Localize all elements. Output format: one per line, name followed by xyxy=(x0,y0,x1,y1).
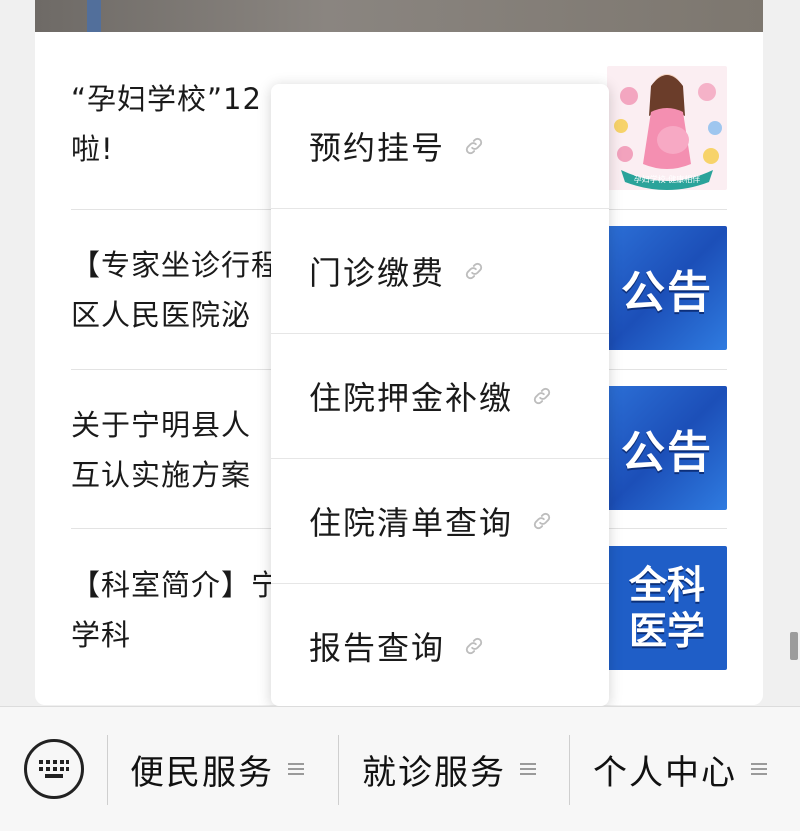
hamburger-icon xyxy=(520,760,536,778)
thumb-label: 全科 医学 xyxy=(628,563,705,653)
menu-divider xyxy=(338,735,339,805)
notice-label: 公告 xyxy=(621,267,713,318)
notice-label: 公告 xyxy=(621,427,713,478)
menu-label: 就诊服务 xyxy=(362,752,506,793)
menu-label: 便民服务 xyxy=(130,752,274,793)
menu-divider xyxy=(569,735,570,805)
thumb-caption: 孕妇学校·健康相伴 xyxy=(634,174,701,184)
link-icon xyxy=(465,637,483,655)
article-thumbnail: 全科 医学 xyxy=(607,546,727,670)
menu-divider xyxy=(107,735,108,805)
link-icon xyxy=(465,137,483,155)
menu-medical-services[interactable]: 就诊服务 xyxy=(362,741,536,797)
menu-item-label: 预约挂号 xyxy=(309,129,446,167)
hamburger-icon xyxy=(751,760,767,778)
menu-item-inpatient-list[interactable]: 住院清单查询 xyxy=(271,459,609,583)
service-popup-menu: 预约挂号 门诊缴费 住院押金补缴 住院清单查询 报告查询 xyxy=(271,84,609,706)
article-thumbnail: 公告 xyxy=(607,226,727,350)
menu-item-label: 住院清单查询 xyxy=(309,504,514,542)
scrollbar-thumb[interactable] xyxy=(790,632,798,660)
menu-item-outpatient-payment[interactable]: 门诊缴费 xyxy=(271,209,609,333)
link-icon xyxy=(533,512,551,530)
menu-item-report-query[interactable]: 报告查询 xyxy=(271,584,609,708)
link-icon xyxy=(533,387,551,405)
hamburger-icon xyxy=(288,760,304,778)
link-icon xyxy=(465,262,483,280)
menu-label: 个人中心 xyxy=(593,752,737,793)
article-thumbnail: 公告 xyxy=(607,386,727,510)
keyboard-icon[interactable] xyxy=(24,739,84,799)
banner-image[interactable] xyxy=(35,0,763,32)
menu-item-deposit[interactable]: 住院押金补缴 xyxy=(271,334,609,458)
menu-item-label: 门诊缴费 xyxy=(309,254,446,292)
menu-item-appointment[interactable]: 预约挂号 xyxy=(271,84,609,208)
article-thumbnail: 孕妇学校·健康相伴 xyxy=(607,66,727,190)
menu-item-label: 报告查询 xyxy=(309,629,446,667)
bottom-menu-bar: 便民服务 就诊服务 个人中心 xyxy=(0,706,800,831)
menu-personal-center[interactable]: 个人中心 xyxy=(593,741,767,797)
menu-item-label: 住院押金补缴 xyxy=(309,379,514,417)
menu-convenience-services[interactable]: 便民服务 xyxy=(130,741,304,797)
